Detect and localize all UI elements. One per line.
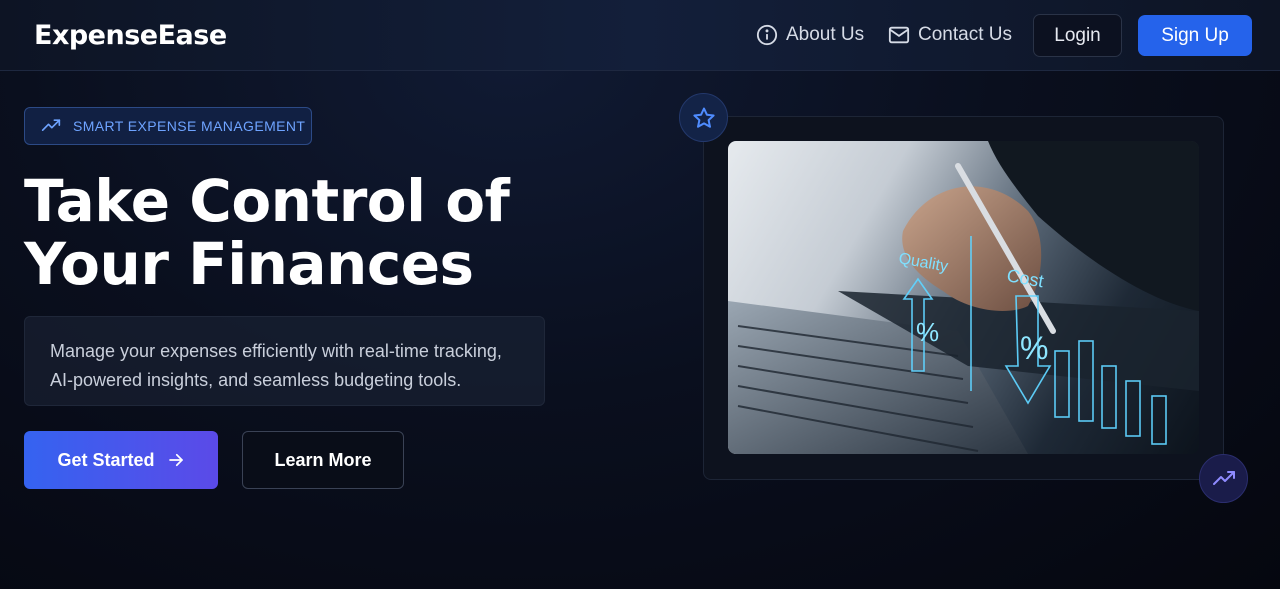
floating-trend-badge [1199,454,1248,503]
hero-headline-line2: Your Finances [24,230,474,298]
hero-badge-label: SMART EXPENSE MANAGEMENT [73,118,306,134]
nav-contact-link[interactable]: Contact Us [888,24,1012,46]
hero-description: Manage your expenses efficiently with re… [24,316,545,406]
star-icon [692,107,715,128]
hero-headline: Take Control of Your Finances [24,170,584,296]
navbar: ExpenseEase About Us Contact Us Login Si… [0,0,1280,71]
cost-percent: % [1020,330,1048,366]
hero-description-line2: AI-powered insights, and seamless budget… [50,370,462,390]
learn-more-button[interactable]: Learn More [242,431,404,489]
floating-star-badge [679,93,728,142]
info-icon [756,24,778,46]
hero-photo-illustration: Quality Cost % % [728,141,1199,454]
brand-logo[interactable]: ExpenseEase [34,20,227,51]
trending-up-icon [41,119,61,131]
nav-contact-label: Contact Us [918,24,1012,45]
hero-badge: SMART EXPENSE MANAGEMENT [24,107,312,145]
hero-photo: Quality Cost % % [728,141,1199,454]
nav-about-link[interactable]: About Us [756,24,864,46]
login-button[interactable]: Login [1033,14,1122,57]
mail-icon [888,26,910,44]
quality-percent: % [916,317,939,347]
signup-button[interactable]: Sign Up [1138,15,1252,56]
arrow-right-icon [168,453,183,467]
hero-headline-line1: Take Control of [24,167,510,235]
trending-up-icon [1212,470,1235,485]
nav-about-label: About Us [786,24,865,45]
get-started-button[interactable]: Get Started [24,431,218,489]
get-started-label: Get Started [57,449,155,470]
hero-description-line1: Manage your expenses efficiently with re… [50,341,502,361]
